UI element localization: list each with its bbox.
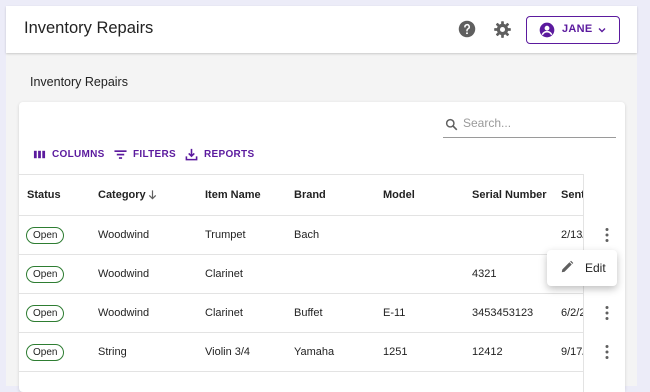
column-header-category[interactable]: Category	[98, 189, 146, 201]
data-grid: Status Category Item Name Brand Model Se…	[19, 174, 625, 392]
cell-category: Woodwind	[98, 229, 150, 241]
data-grid-panel: COLUMNS FILTERS REPORTS Status Category	[19, 102, 625, 392]
help-icon[interactable]	[458, 20, 476, 38]
cell-model: 1251	[383, 346, 408, 358]
edit-menu-item[interactable]: Edit	[547, 250, 617, 286]
table-row[interactable]: Open String Violin 3/4 Yamaha 1251 12412…	[19, 333, 625, 372]
download-icon	[185, 148, 198, 160]
cell-sent: 2/13/	[561, 229, 585, 241]
table-header: Status Category Item Name Brand Model Se…	[19, 174, 625, 216]
column-header-serial-number[interactable]: Serial Number	[472, 189, 547, 201]
cell-serial-number: 3453453123	[472, 307, 534, 319]
view-column-icon	[33, 150, 46, 158]
search-input[interactable]	[463, 114, 613, 132]
columns-button[interactable]: COLUMNS	[33, 147, 105, 161]
reports-button[interactable]: REPORTS	[185, 147, 254, 161]
more-vert-icon[interactable]	[599, 226, 615, 244]
cell-brand: Bach	[294, 229, 320, 241]
pencil-icon	[561, 260, 574, 273]
column-header-item-name[interactable]: Item Name	[205, 189, 261, 201]
filters-label: FILTERS	[133, 148, 177, 160]
cell-category: String	[98, 346, 127, 358]
cell-sent: 6/2/2	[561, 307, 585, 319]
cell-brand: Yamaha	[294, 346, 335, 358]
column-header-sent[interactable]: Sent	[561, 189, 585, 201]
app-window: Inventory Repairs JANE Inventory Repairs…	[6, 6, 637, 392]
cell-sent: 9/17/	[561, 346, 585, 358]
status-chip: Open	[26, 305, 65, 322]
arrow-down-icon[interactable]	[147, 189, 158, 201]
app-title: Inventory Repairs	[24, 19, 154, 37]
cell-item-name: Clarinet	[205, 268, 243, 280]
user-name: JANE	[562, 23, 593, 35]
cell-brand: Buffet	[294, 307, 323, 319]
app-bar: Inventory Repairs JANE	[6, 6, 637, 53]
cell-item-name: Violin 3/4	[205, 346, 251, 358]
filter-list-icon	[114, 149, 127, 159]
column-header-status[interactable]: Status	[27, 189, 61, 201]
search-icon	[445, 118, 458, 131]
row-action-menu: Edit	[547, 250, 617, 286]
filters-button[interactable]: FILTERS	[114, 147, 176, 161]
table-row[interactable]: Open Woodwind Trumpet Bach 2/13/	[19, 216, 625, 255]
chevron-down-icon	[598, 28, 606, 33]
cell-model: E-11	[383, 307, 406, 319]
cell-category: Woodwind	[98, 268, 150, 280]
status-chip: Open	[26, 344, 65, 361]
status-chip: Open	[26, 266, 65, 283]
cell-item-name: Clarinet	[205, 307, 243, 319]
cell-item-name: Trumpet	[205, 229, 246, 241]
column-header-model[interactable]: Model	[383, 189, 415, 201]
columns-label: COLUMNS	[52, 148, 105, 160]
user-menu-button[interactable]: JANE	[526, 16, 620, 44]
gear-icon[interactable]	[493, 20, 512, 39]
status-chip: Open	[26, 227, 65, 244]
column-header-brand[interactable]: Brand	[294, 189, 326, 201]
account-circle-icon	[539, 22, 555, 38]
edit-label: Edit	[585, 261, 606, 275]
more-vert-icon[interactable]	[599, 343, 615, 361]
table-row[interactable]: Open Woodwind Clarinet Buffet E-11 34534…	[19, 294, 625, 333]
cell-serial-number: 12412	[472, 346, 503, 358]
cell-category: Woodwind	[98, 307, 150, 319]
search-box[interactable]	[443, 111, 616, 138]
cell-serial-number: 4321	[472, 268, 497, 280]
page-title: Inventory Repairs	[30, 75, 128, 89]
more-vert-icon[interactable]	[599, 304, 615, 322]
reports-label: REPORTS	[204, 148, 255, 160]
table-row[interactable]: Open Woodwind Clarinet 4321	[19, 255, 625, 294]
